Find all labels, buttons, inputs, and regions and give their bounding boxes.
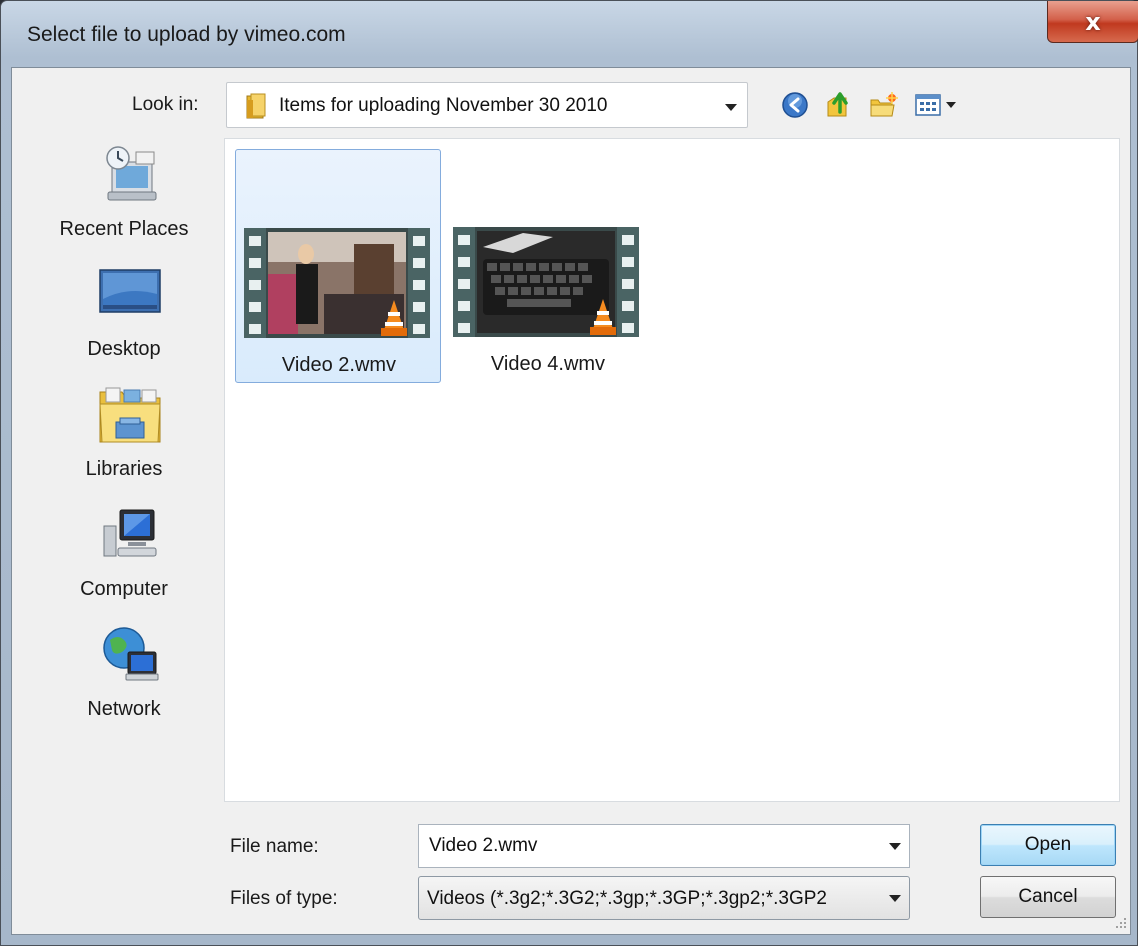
resize-grip-icon[interactable] <box>1110 914 1128 932</box>
views-menu-icon[interactable] <box>914 90 960 120</box>
look-in-dropdown[interactable]: Items for uploading November 30 2010 <box>226 82 748 128</box>
places-bar: Recent Places Desktop Libraries Computer… <box>34 144 234 804</box>
file-name-combobox[interactable] <box>418 824 910 868</box>
folder-icon <box>246 93 266 119</box>
close-button[interactable]: x <box>1047 1 1138 43</box>
place-recent-places[interactable]: Recent Places <box>34 144 214 254</box>
place-label: Libraries <box>85 458 163 480</box>
file-list[interactable]: Video 2.wmv Video 4.wmv <box>224 138 1120 802</box>
place-label: Desktop <box>87 338 161 360</box>
place-libraries[interactable]: Libraries <box>34 384 214 494</box>
new-folder-icon[interactable] <box>868 90 898 120</box>
place-network[interactable]: Network <box>34 624 214 734</box>
desktop-icon <box>99 269 161 313</box>
file-name: Video 2.wmv <box>281 354 397 376</box>
place-label: Computer <box>80 578 168 600</box>
place-desktop[interactable]: Desktop <box>34 264 214 374</box>
up-folder-icon[interactable] <box>824 90 854 120</box>
video-file-icon <box>244 228 430 338</box>
chevron-down-icon[interactable] <box>725 104 737 111</box>
cancel-button[interactable]: Cancel <box>980 876 1116 918</box>
file-name-label: File name: <box>230 836 319 857</box>
back-icon[interactable] <box>780 90 810 120</box>
files-of-type-dropdown[interactable]: Videos (*.3g2;*.3G2;*.3gp;*.3GP;*.3gp2;*… <box>418 876 910 920</box>
video-file-icon <box>453 227 639 337</box>
place-label: Network <box>87 698 161 720</box>
open-button[interactable]: Open <box>980 824 1116 866</box>
network-icon <box>103 627 159 681</box>
files-of-type-value: Videos (*.3g2;*.3G2;*.3gp;*.3GP;*.3gp2;*… <box>427 888 827 909</box>
look-in-value: Items for uploading November 30 2010 <box>279 95 608 116</box>
place-computer[interactable]: Computer <box>34 504 214 614</box>
file-item-video-4[interactable]: Video 4.wmv <box>445 149 651 383</box>
libraries-icon <box>99 387 161 443</box>
dialog-window: Select file to upload by vimeo.com x Loo… <box>0 0 1138 946</box>
place-label: Recent Places <box>59 218 189 240</box>
files-of-type-label: Files of type: <box>230 888 338 909</box>
window-title: Select file to upload by vimeo.com <box>27 23 346 46</box>
file-item-video-2[interactable]: Video 2.wmv <box>235 149 441 383</box>
file-name: Video 4.wmv <box>490 353 606 375</box>
chevron-down-icon[interactable] <box>889 895 901 902</box>
title-bar[interactable]: Select file to upload by vimeo.com x <box>1 1 1138 67</box>
recent-places-icon <box>106 146 157 201</box>
chevron-down-icon[interactable] <box>889 843 901 850</box>
dialog-client-area: Look in: Items for uploading November 30… <box>11 67 1131 935</box>
file-name-input[interactable] <box>419 825 879 867</box>
close-icon: x <box>1085 7 1101 36</box>
look-in-label: Look in: <box>132 94 199 115</box>
computer-icon <box>103 509 157 557</box>
